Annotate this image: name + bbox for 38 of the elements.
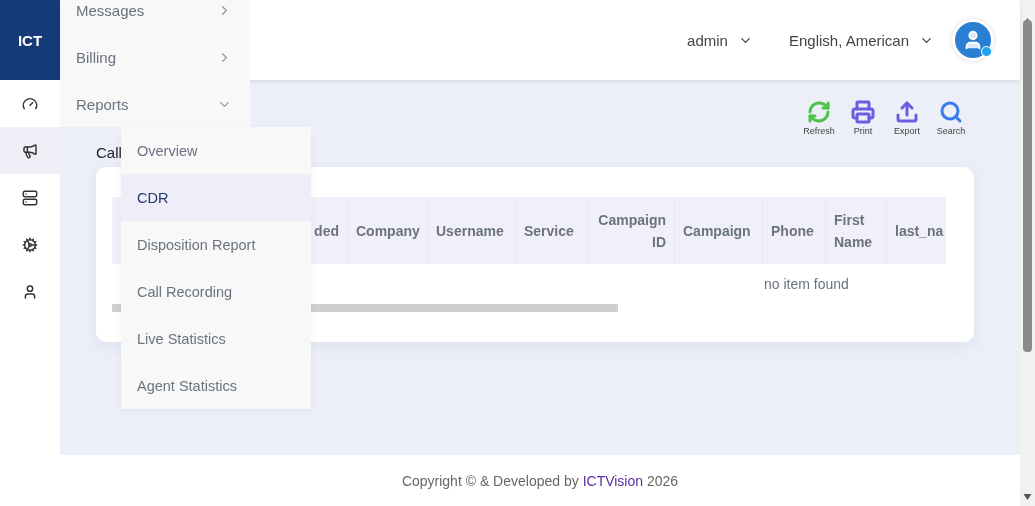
printer-icon — [851, 100, 875, 124]
column-header: Service — [516, 197, 588, 264]
copyright-text: Copyright © & Developed by ICTVision 2026 — [401, 472, 679, 489]
search-icon — [939, 100, 963, 124]
column-header: last_na — [887, 197, 946, 264]
megaphone-icon — [22, 142, 38, 159]
submenu-item[interactable]: Agent Statistics — [121, 362, 311, 409]
menu-item[interactable]: Messages — [60, 0, 250, 34]
logo: ICT — [0, 0, 60, 80]
search-button[interactable]: Search — [936, 100, 966, 146]
export-button[interactable]: Export — [892, 100, 922, 146]
column-header: Company — [348, 197, 428, 264]
column-header: Campaign — [675, 197, 763, 264]
upload-icon — [895, 100, 919, 124]
company-link[interactable]: ICTVision — [582, 472, 644, 489]
column-header: First Name — [826, 197, 887, 264]
column-header: Username — [428, 197, 516, 264]
vertical-scrollbar-drawing[interactable] — [1020, 0, 1035, 506]
language-dropdown[interactable]: English, American — [788, 31, 934, 49]
user-icon — [22, 283, 38, 300]
submenu-item[interactable]: Overview — [121, 127, 311, 174]
submenu-item[interactable]: CDR — [121, 174, 311, 221]
submenu-item[interactable]: Call Recording — [121, 268, 311, 315]
avatar[interactable] — [952, 19, 994, 61]
menu-item[interactable]: Billing — [60, 34, 250, 81]
empty-message: no item found — [764, 276, 849, 292]
print-button[interactable]: Print — [848, 100, 878, 146]
refresh-button[interactable]: Refresh — [804, 100, 834, 146]
page-title: Call — [96, 144, 122, 163]
menu-item[interactable]: Reports — [60, 81, 250, 127]
gear-icon — [22, 236, 38, 253]
column-header: Phone — [763, 197, 826, 264]
refresh-icon — [807, 100, 831, 124]
submenu-item[interactable]: Live Statistics — [121, 315, 311, 362]
server-icon — [22, 189, 38, 206]
column-header: Campaign ID — [588, 197, 675, 264]
gauge-icon — [22, 95, 38, 112]
user-dropdown[interactable]: admin — [687, 31, 753, 49]
